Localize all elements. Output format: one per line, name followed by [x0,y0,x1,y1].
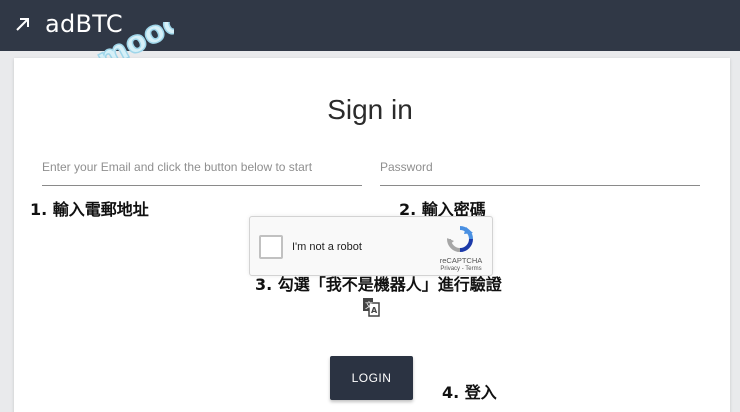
arrow-up-right-icon[interactable] [13,14,33,34]
recaptcha-logo-icon [447,226,473,252]
annotation-step-3: 3. 勾選「我不是機器人」進行驗證 [255,275,502,294]
recaptcha-checkbox[interactable] [259,235,283,259]
brand-name[interactable]: adBTC [45,10,123,38]
annotation-step-4: 4. 登入 [442,383,497,402]
email-field-container [42,152,362,186]
recaptcha-widget: I'm not a robot reCAPTCHA Privacy - Term… [249,216,493,276]
password-field-container [380,152,700,186]
recaptcha-label: I'm not a robot [292,241,362,253]
email-input[interactable] [42,152,362,182]
svg-text:A: A [371,306,378,315]
login-button[interactable]: LOGIN [330,356,413,400]
top-bar: adBTC [0,0,740,51]
translate-icon[interactable]: 文 A [362,297,380,317]
password-input[interactable] [380,152,700,182]
page-title: Sign in [327,94,413,125]
recaptcha-brand: reCAPTCHA [439,256,483,265]
annotation-step-1: 1. 輸入電郵地址 [30,200,149,219]
